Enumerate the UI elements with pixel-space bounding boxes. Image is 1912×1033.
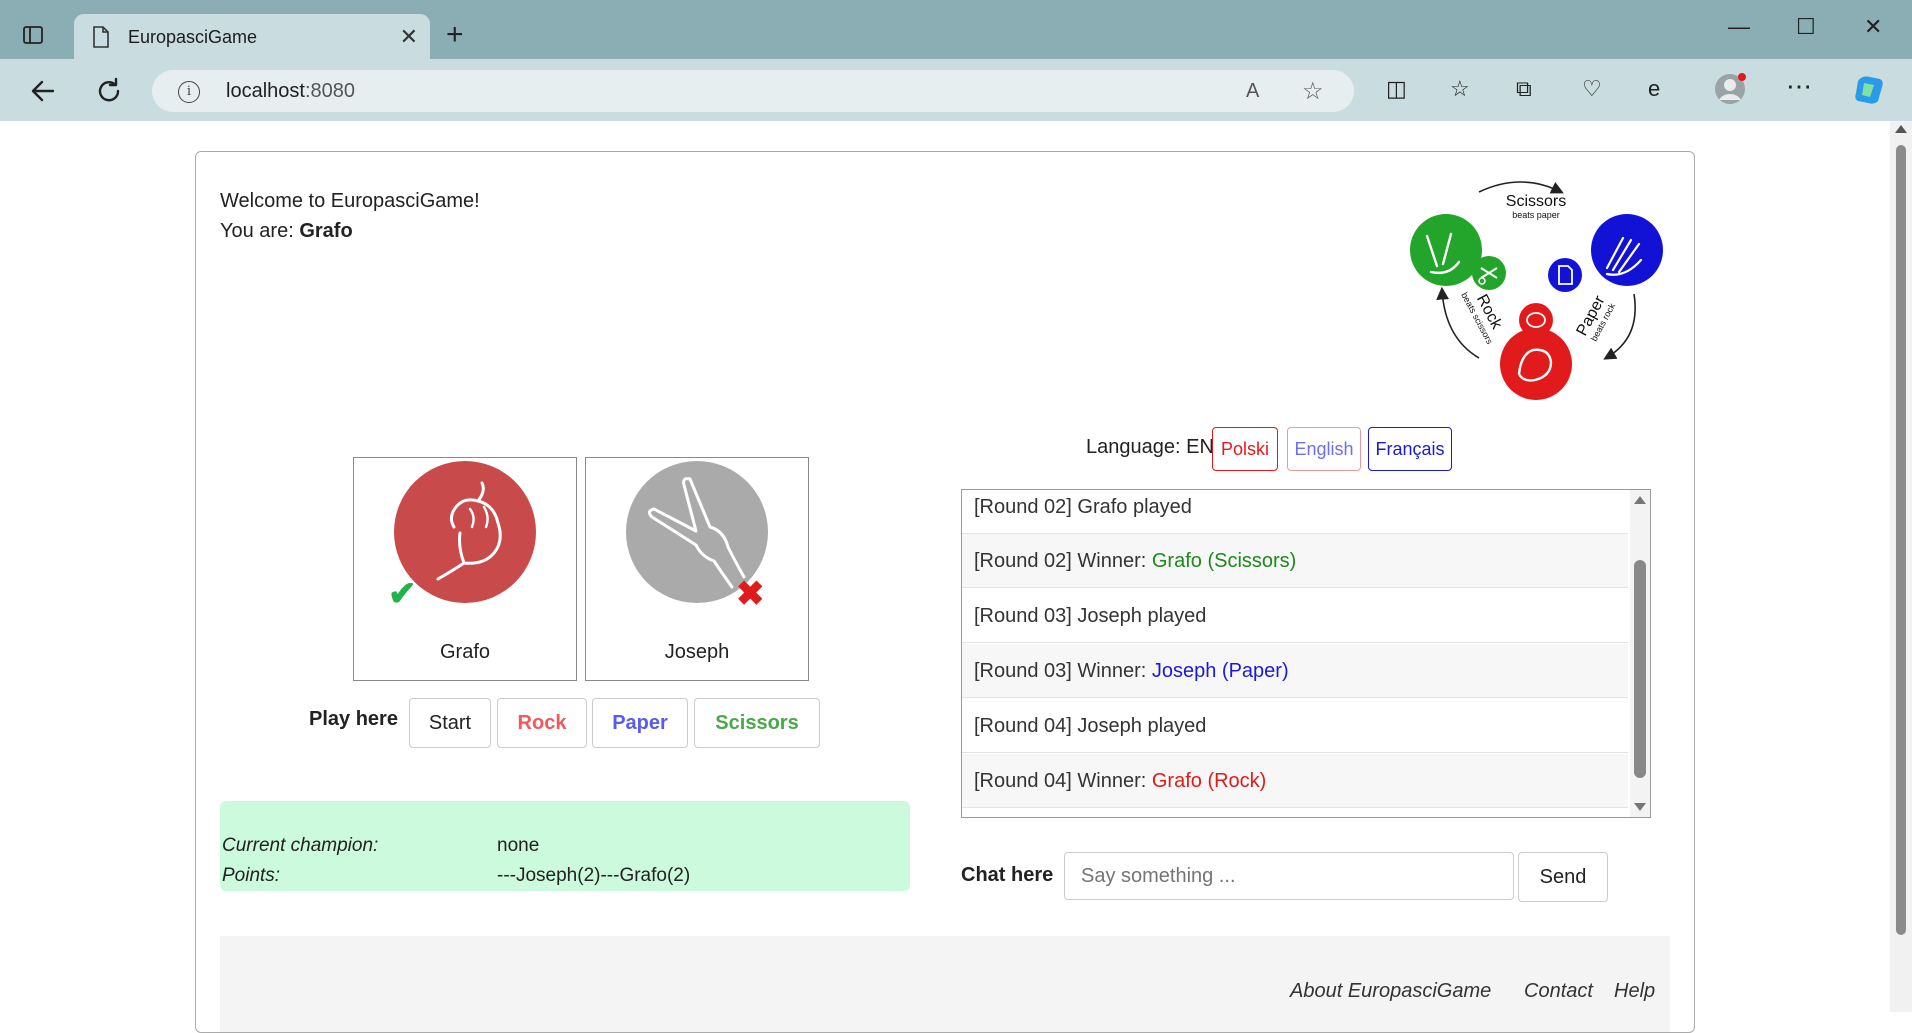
close-window-button[interactable]: ✕ (1864, 14, 1882, 40)
back-arrow-icon[interactable] (28, 76, 58, 106)
player-identity: You are: Grafo (220, 220, 353, 242)
scissors-button[interactable]: Scissors (694, 698, 820, 748)
tab-title: EuropasciGame (128, 27, 258, 47)
page-icon (93, 26, 109, 48)
points-row: Points: ---Joseph(2)---Grafo(2) (222, 865, 690, 887)
scroll-up-icon[interactable] (1634, 496, 1646, 504)
logo-scissors-sub: beats paper (1512, 210, 1560, 220)
player-card-joseph: ✖ Joseph (585, 457, 809, 681)
start-button[interactable]: Start (409, 698, 491, 748)
current-champion-label: Current champion: (222, 835, 379, 856)
chat-label: Chat here (961, 864, 1054, 886)
language-english-button[interactable]: English (1287, 427, 1361, 471)
champion-panel: Current champion: none Points: ---Joseph(2… (220, 801, 910, 891)
tab-close-icon[interactable]: ✕ (400, 24, 418, 50)
send-button[interactable]: Send (1518, 852, 1608, 902)
game-card: Welcome to EuropasciGame! You are: Grafo (195, 151, 1695, 1033)
points-label: Points: (222, 865, 281, 886)
scroll-down-icon[interactable] (1634, 803, 1646, 811)
footer-link-contact[interactable]: Contact (1524, 980, 1593, 1003)
site-info-icon[interactable]: i (178, 81, 200, 103)
split-screen-icon[interactable]: ◫ (1386, 76, 1407, 102)
tab-actions-icon[interactable] (22, 24, 44, 46)
player-name-joseph: Joseph (664, 641, 730, 663)
url-text[interactable]: localhost:8080 (226, 80, 355, 103)
language-label: Language: EN (1086, 436, 1214, 458)
browser-tab-active[interactable]: EuropasciGame ✕ (74, 14, 430, 59)
win-check-icon: ✔ (388, 575, 417, 613)
footer-link-help[interactable]: Help (1614, 980, 1655, 1003)
scroll-up-icon[interactable] (1895, 125, 1907, 133)
rps-rules-logo: Scissors beats paper Paper beats rock Ro… (1410, 181, 1663, 400)
edge-ie-mode-icon[interactable]: e (1648, 76, 1660, 102)
chat-input[interactable] (1064, 852, 1514, 900)
player-card-grafo: ✔ Grafo (353, 457, 577, 681)
page-scrollbar[interactable] (1890, 121, 1912, 1012)
player-name: Grafo (299, 220, 353, 242)
play-here-label: Play here (309, 708, 398, 730)
log-scrollbar[interactable] (1630, 490, 1650, 817)
list-item: [Round 03] Joseph played (962, 589, 1628, 643)
new-tab-button[interactable]: + (446, 20, 464, 50)
favorites-icon[interactable]: ☆ (1450, 76, 1470, 102)
footer: About EuropasciGame Contact Help (220, 936, 1670, 1032)
list-item: [Round 04] Joseph played (962, 699, 1628, 753)
current-champion-row: Current champion: none (222, 835, 539, 857)
welcome-block: Welcome to EuropasciGame! You are: Grafo (220, 186, 480, 246)
browser-essentials-icon[interactable]: ♡ (1582, 76, 1602, 102)
address-bar[interactable]: i localhost:8080 A ☆ (152, 70, 1354, 112)
list-item: [Round 02] Winner: Grafo (Scissors) (962, 534, 1628, 588)
copilot-icon[interactable] (1852, 73, 1886, 107)
rock-button[interactable]: Rock (497, 698, 587, 748)
more-menu-icon[interactable]: ⋯ (1786, 71, 1812, 102)
maximize-button[interactable]: ☐ (1796, 14, 1816, 40)
collections-icon[interactable]: ⧉ (1516, 76, 1532, 102)
page-viewport: Welcome to EuropasciGame! You are: Grafo (0, 121, 1912, 1033)
list-item: [Round 03] Winner: Joseph (Paper) (962, 644, 1628, 698)
player-name-grafo: Grafo (439, 641, 491, 663)
paper-button[interactable]: Paper (592, 698, 688, 748)
browser-tab-bar: EuropasciGame ✕ + — ☐ ✕ (0, 0, 1912, 59)
welcome-text: Welcome to EuropasciGame! (220, 190, 480, 212)
logo-scissors-label: Scissors (1506, 193, 1566, 210)
browser-nav-bar: i localhost:8080 A ☆ ◫ ☆ ⧉ ♡ e ⋯ (0, 59, 1912, 122)
footer-link-about[interactable]: About EuropasciGame (1290, 980, 1491, 1003)
log-scroll-thumb[interactable] (1634, 560, 1646, 778)
language-polski-button[interactable]: Polski (1212, 427, 1278, 471)
game-log[interactable]: [Round 02] Grafo played [Round 02] Winne… (961, 489, 1651, 818)
favorite-star-icon[interactable]: ☆ (1302, 77, 1324, 106)
language-francais-button[interactable]: Français (1368, 427, 1452, 471)
list-item: [Round 02] Grafo played (962, 490, 1628, 534)
page-scroll-thumb[interactable] (1896, 145, 1906, 935)
minimize-button[interactable]: — (1728, 14, 1750, 40)
current-champion-value: none (497, 835, 540, 856)
list-item: [Round 04] Winner: Grafo (Rock) (962, 754, 1628, 808)
lose-cross-icon: ✖ (736, 575, 765, 613)
points-value: ---Joseph(2)---Grafo(2) (497, 865, 691, 886)
profile-avatar-icon[interactable] (1714, 73, 1746, 105)
read-aloud-icon[interactable]: A (1246, 80, 1259, 103)
refresh-icon[interactable] (94, 76, 124, 106)
